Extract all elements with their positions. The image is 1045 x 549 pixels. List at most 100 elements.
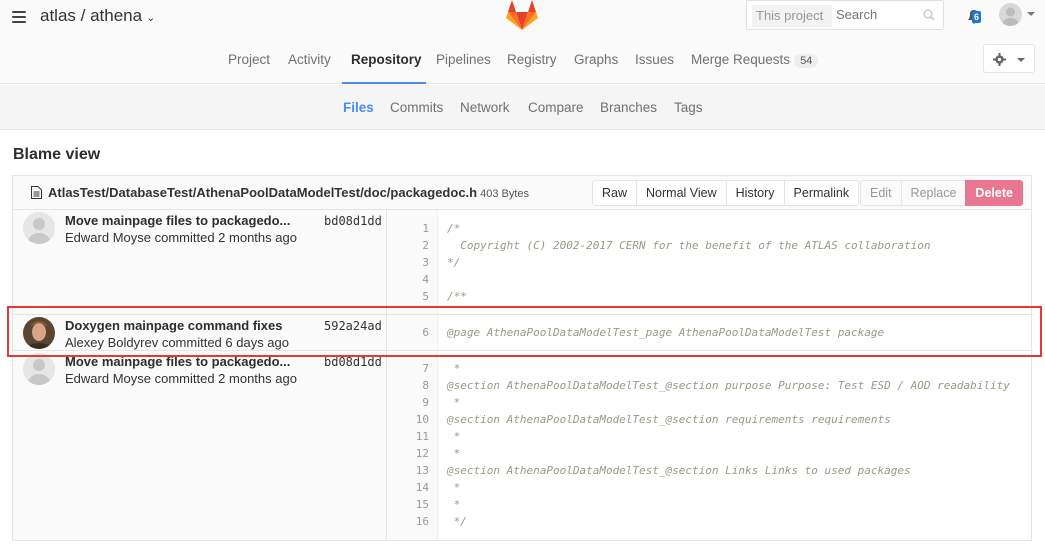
subnav-compare[interactable]: Compare (528, 100, 584, 115)
code-text: @section AthenaPoolDataModelTest_@sectio… (447, 464, 911, 477)
chevron-down-icon: ⌄ (146, 12, 156, 24)
project-path: atlas / athena (40, 6, 143, 25)
hamburger-menu-icon[interactable] (12, 11, 26, 23)
page-title: Blame view (13, 146, 101, 163)
line-number[interactable]: 6 (388, 326, 429, 339)
line-number[interactable]: 3 (388, 256, 429, 269)
nav-merge-requests[interactable]: Merge Requests 54 (691, 52, 819, 84)
line-number[interactable]: 12 (388, 447, 429, 460)
line-number[interactable]: 5 (388, 290, 429, 303)
edit-button[interactable]: Edit (860, 180, 902, 206)
code-line: 16 */ (388, 513, 1032, 530)
avatar-photo (23, 317, 55, 349)
commit-sha-link[interactable]: bd08d1dd (324, 214, 382, 228)
code-text: * (447, 430, 461, 443)
code-line: 10 @section AthenaPoolDataModelTest_@sect… (388, 411, 1032, 428)
subnav-files[interactable]: Files (343, 100, 374, 115)
normal-view-button[interactable]: Normal View (636, 180, 727, 206)
code-line: 1 /* (388, 220, 1032, 237)
avatar-default (23, 212, 55, 244)
commit-sha-link[interactable]: 592a24ad (324, 319, 382, 333)
code-line: 5 /** (388, 288, 1032, 305)
search-scope[interactable]: This project (752, 5, 832, 27)
line-number[interactable]: 16 (388, 515, 429, 528)
line-number[interactable]: 15 (388, 498, 429, 511)
code-line: 8 @section AthenaPoolDataModelTest_@secti… (388, 377, 1032, 394)
main-nav: Project Activity Repository Pipelines Re… (0, 46, 1045, 84)
subnav-network[interactable]: Network (460, 100, 510, 115)
code-text: * (447, 396, 461, 409)
code-text: * (447, 362, 461, 375)
code-line: 2 Copyright (C) 2002-2017 CERN for the b… (388, 237, 1032, 254)
top-bar: atlas / athena⌄ This project 6 Project A… (0, 0, 1045, 84)
nav-issues[interactable]: Issues (635, 52, 674, 84)
commit-message-link[interactable]: Doxygen mainpage command fixes (65, 318, 282, 333)
code-text: * (447, 481, 461, 494)
subnav-tags[interactable]: Tags (674, 100, 703, 115)
code-text: */ (447, 256, 461, 269)
code-text: @page AthenaPoolDataModelTest_page Athen… (447, 326, 885, 339)
line-number[interactable]: 7 (388, 362, 429, 375)
line-number[interactable]: 8 (388, 379, 429, 392)
search-icon[interactable] (923, 9, 935, 21)
user-menu-caret-icon[interactable] (1027, 12, 1035, 16)
sub-nav: Files Commits Network Compare Branches T… (0, 85, 1045, 130)
line-number[interactable]: 11 (388, 430, 429, 443)
permalink-button[interactable]: Permalink (783, 180, 860, 206)
nav-repository[interactable]: Repository (342, 52, 426, 84)
code-line: 12 * (388, 445, 1032, 462)
line-number[interactable]: 2 (388, 239, 429, 252)
commit-meta: Alexey Boldyrev committed 6 days ago (65, 335, 289, 350)
code-text: /* (447, 222, 461, 235)
line-number[interactable]: 14 (388, 481, 429, 494)
line-number[interactable]: 13 (388, 464, 429, 477)
commit-message-link[interactable]: Move mainpage files to packagedo... (65, 213, 290, 228)
code-line: 6 @page AthenaPoolDataModelTest_page Athe… (388, 324, 1032, 341)
code-line: 9 * (388, 394, 1032, 411)
nav-pipelines[interactable]: Pipelines (436, 52, 491, 84)
code-line: 11 * (388, 428, 1032, 445)
code-text: @section AthenaPoolDataModelTest_@sectio… (447, 413, 891, 426)
code-text: * (447, 447, 461, 460)
notifications-badge: 6 (972, 11, 982, 23)
commit-meta: Edward Moyse committed 2 months ago (65, 230, 297, 245)
avatar-default (23, 353, 55, 385)
subnav-branches[interactable]: Branches (600, 100, 657, 115)
code-text: @section AthenaPoolDataModelTest_@sectio… (447, 379, 1010, 392)
line-number[interactable]: 9 (388, 396, 429, 409)
line-number[interactable]: 1 (388, 222, 429, 235)
nav-activity[interactable]: Activity (288, 52, 331, 84)
file-header: AtlasTest/DatabaseTest/AthenaPoolDataMod… (12, 175, 1032, 210)
code-text: /** (447, 290, 467, 303)
project-settings-button[interactable] (983, 44, 1035, 73)
nav-merge-requests-label: Merge Requests (691, 52, 791, 67)
code-line: 3 */ (388, 254, 1032, 271)
gitlab-logo-icon[interactable] (506, 0, 538, 30)
code-text: */ (447, 515, 467, 528)
commit-meta: Edward Moyse committed 2 months ago (65, 371, 297, 386)
nav-graphs[interactable]: Graphs (574, 52, 618, 84)
commit-sha-link[interactable]: bd08d1dd (324, 355, 382, 369)
user-avatar[interactable] (999, 3, 1022, 26)
search-box[interactable]: This project (746, 0, 944, 30)
line-number[interactable]: 10 (388, 413, 429, 426)
line-number[interactable]: 4 (388, 273, 429, 286)
view-button-group: Raw Normal View History Permalink (592, 180, 860, 206)
file-path: AtlasTest/DatabaseTest/AthenaPoolDataMod… (48, 185, 529, 200)
file-text-icon (31, 186, 42, 199)
nav-registry[interactable]: Registry (507, 52, 557, 84)
subnav-commits[interactable]: Commits (390, 100, 443, 115)
search-input[interactable] (836, 7, 916, 22)
code-line: 4 (388, 271, 1032, 288)
project-title[interactable]: atlas / athena ⌄ (40, 6, 155, 26)
caret-down-icon (1017, 58, 1025, 62)
history-button[interactable]: History (725, 180, 785, 206)
nav-project[interactable]: Project (228, 52, 270, 84)
delete-button[interactable]: Delete (965, 180, 1023, 206)
raw-button[interactable]: Raw (592, 180, 638, 206)
code-text: * (447, 498, 461, 511)
row-separator (13, 314, 1033, 315)
commit-message-link[interactable]: Move mainpage files to packagedo... (65, 354, 290, 369)
replace-button[interactable]: Replace (900, 180, 967, 206)
file-size: 403 Bytes (480, 188, 530, 200)
